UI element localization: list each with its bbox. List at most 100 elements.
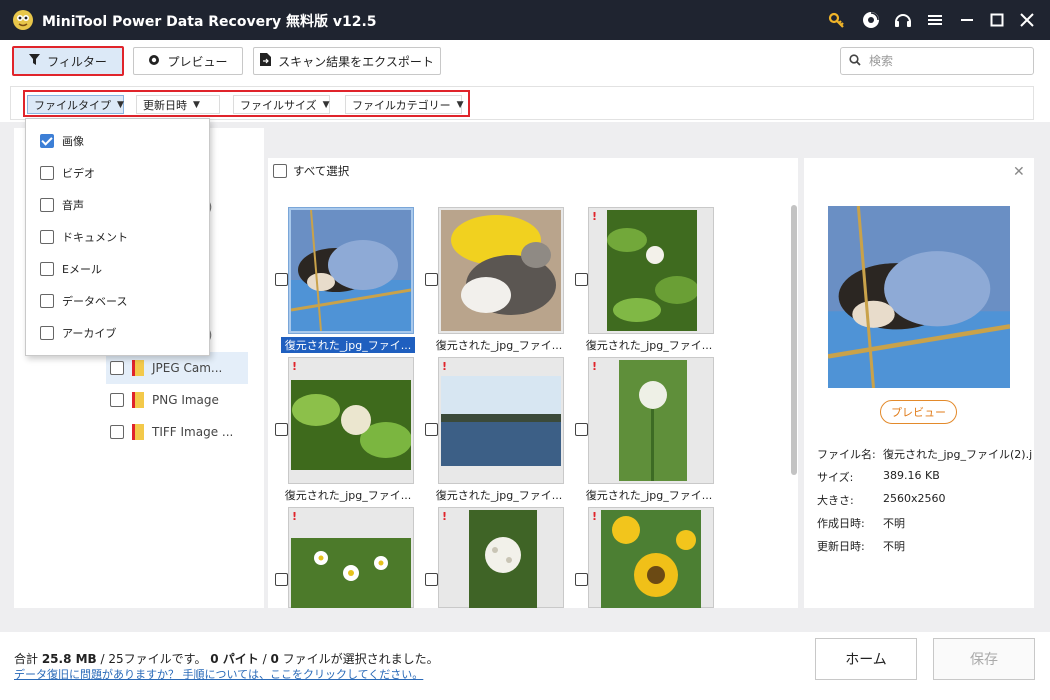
dropdown-item-archive[interactable]: アーカイブ [40, 323, 116, 343]
tree-item-checkbox[interactable] [110, 425, 124, 439]
dropdown-item-image[interactable]: 画像 [40, 131, 84, 151]
thumbnail-image [601, 510, 701, 608]
warning-icon: ! [292, 360, 298, 373]
thumbnail-checkbox[interactable] [425, 573, 438, 586]
filter-button[interactable]: フィルター [12, 46, 124, 76]
file-size-filter[interactable]: ファイルサイズ ▼ [233, 95, 330, 114]
tree-item-label: TIFF Image ... [152, 425, 234, 439]
summary-slash: / [258, 652, 271, 666]
headset-icon[interactable] [892, 9, 914, 31]
dropdown-item-database[interactable]: データベース [40, 291, 127, 311]
dropdown-checkbox[interactable] [40, 134, 54, 148]
meta-filename: ファイル名: 復元された_jpg_ファイル(2).j [817, 446, 1032, 462]
dropdown-item-video[interactable]: ビデオ [40, 163, 95, 183]
dropdown-item-audio[interactable]: 音声 [40, 195, 84, 215]
thumbnail-tile[interactable]: ! [588, 207, 714, 334]
select-all-label: すべて選択 [293, 164, 350, 178]
thumbnail-checkbox[interactable] [425, 423, 438, 436]
thumbnail-image [291, 538, 411, 608]
save-button[interactable]: 保存 [933, 638, 1035, 680]
dropdown-item-email[interactable]: Eメール [40, 259, 102, 279]
modified-date-label: 更新日時 [143, 98, 187, 112]
toolbar: フィルター プレビュー スキャン結果をエクスポート [0, 40, 1050, 82]
thumbnail-tile[interactable]: ! [588, 357, 714, 484]
select-all-checkbox[interactable] [273, 164, 287, 178]
disc-icon[interactable] [860, 9, 882, 31]
dropdown-item-label: 画像 [62, 135, 84, 148]
filter-icon [29, 54, 41, 68]
tree-item-tiff[interactable]: TIFF Image ... [106, 416, 248, 448]
tree-item-label: PNG Image [152, 393, 219, 407]
thumbnail-checkbox[interactable] [575, 423, 588, 436]
menu-icon[interactable] [924, 9, 946, 31]
thumbnail-caption: 復元された_jpg_ファイ... [281, 337, 415, 353]
thumbnail-checkbox[interactable] [575, 273, 588, 286]
maximize-icon[interactable] [986, 9, 1008, 31]
search-box[interactable] [840, 47, 1034, 75]
dropdown-checkbox[interactable] [40, 198, 54, 212]
title-bar: MiniTool Power Data Recovery 無料版 v12.5 [0, 0, 1050, 40]
chevron-down-icon: ▼ [193, 99, 200, 110]
file-icon [132, 360, 144, 376]
dropdown-item-label: アーカイブ [62, 327, 117, 340]
search-input[interactable] [869, 54, 1019, 68]
file-type-label: ファイルタイプ [34, 98, 111, 112]
dropdown-checkbox[interactable] [40, 294, 54, 308]
thumbnail-tile[interactable]: ! [288, 207, 414, 334]
thumbnail-image [441, 376, 561, 466]
dropdown-checkbox[interactable] [40, 326, 54, 340]
thumbnail-image [291, 210, 411, 331]
thumbnail-tile[interactable]: ! [288, 357, 414, 484]
chevron-down-icon: ▼ [456, 99, 464, 110]
file-category-label: ファイルカテゴリー [352, 98, 451, 112]
tree-item-checkbox[interactable] [110, 393, 124, 407]
thumbnail-tile[interactable]: ! [588, 507, 714, 608]
thumbnail-tile[interactable]: ! [438, 357, 564, 484]
help-link[interactable]: データ復旧に問題がありますか？ 手順については、ここをクリックしてください。 [14, 666, 423, 682]
tree-item-png[interactable]: PNG Image [106, 384, 248, 416]
home-button[interactable]: ホーム [815, 638, 917, 680]
meta-value: 不明 [883, 540, 905, 553]
close-icon[interactable] [1016, 9, 1038, 31]
thumbnail-checkbox[interactable] [575, 573, 588, 586]
meta-created: 作成日時: 不明 [817, 515, 905, 531]
warning-icon: ! [592, 210, 598, 223]
key-icon[interactable] [826, 9, 848, 31]
select-all[interactable]: すべて選択 [273, 163, 349, 179]
file-type-filter[interactable]: ファイルタイプ ▼ [27, 95, 124, 114]
dropdown-checkbox[interactable] [40, 230, 54, 244]
dropdown-checkbox[interactable] [40, 262, 54, 276]
minimize-icon[interactable] [956, 9, 978, 31]
meta-value: 復元された_jpg_ファイル(2).j [883, 448, 1033, 461]
close-preview-icon[interactable]: ✕ [1013, 164, 1025, 180]
thumbnail-tile[interactable]: ! [438, 207, 564, 334]
thumbnail-tile[interactable]: ! [438, 507, 564, 608]
meta-value: 2560x2560 [883, 492, 946, 505]
thumbnail-checkbox[interactable] [275, 273, 288, 286]
thumbnail-tile[interactable]: ! [288, 507, 414, 608]
thumbnail-caption: 復元された_jpg_ファイ... [435, 489, 563, 502]
thumbnail-checkbox[interactable] [275, 423, 288, 436]
meta-value: 389.16 KB [883, 469, 940, 482]
grid-scrollbar[interactable] [791, 205, 797, 475]
preview-file-button[interactable]: プレビュー [880, 400, 957, 424]
meta-modified: 更新日時: 不明 [817, 538, 905, 554]
tree-item-jpeg[interactable]: JPEG Cam... [106, 352, 248, 384]
thumbnail-checkbox[interactable] [275, 573, 288, 586]
meta-value: 不明 [883, 517, 905, 530]
thumbnail-checkbox[interactable] [425, 273, 438, 286]
dropdown-checkbox[interactable] [40, 166, 54, 180]
warning-icon: ! [592, 360, 598, 373]
tree-item-checkbox[interactable] [110, 361, 124, 375]
warning-icon: ! [442, 360, 448, 373]
modified-date-filter[interactable]: 更新日時 ▼ [136, 95, 220, 114]
chevron-down-icon: ▼ [117, 99, 124, 110]
file-category-filter[interactable]: ファイルカテゴリー ▼ [345, 95, 464, 114]
export-button[interactable]: スキャン結果をエクスポート [253, 47, 441, 75]
dropdown-item-document[interactable]: ドキュメント [40, 227, 128, 247]
preview-button[interactable]: プレビュー [133, 47, 243, 75]
chevron-down-icon: ▼ [322, 99, 330, 110]
meta-label: ファイル名: [817, 448, 876, 461]
thumbnail-caption: 復元された_jpg_ファイ... [284, 489, 412, 502]
export-icon [260, 53, 272, 69]
